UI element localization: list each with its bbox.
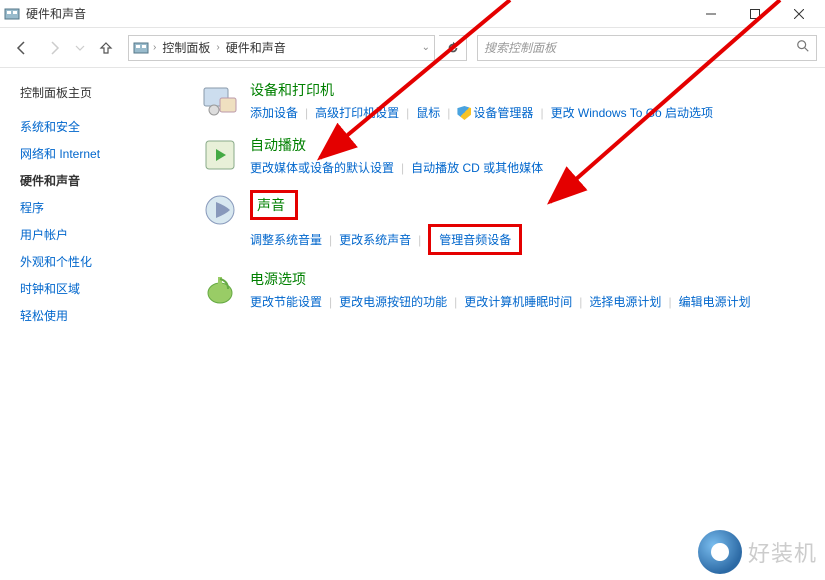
category-title[interactable]: 声音 (250, 190, 298, 220)
category-sublink[interactable]: 高级打印机设置 (315, 104, 399, 121)
category-title[interactable]: 自动播放 (250, 135, 306, 155)
category-sublink[interactable]: 更改媒体或设备的默认设置 (250, 159, 394, 176)
sidebar: 控制面板主页 系统和安全网络和 Internet硬件和声音程序用户帐户外观和个性… (0, 68, 190, 580)
category-sublink[interactable]: 管理音频设备 (428, 224, 522, 255)
breadcrumb-root[interactable]: 控制面板 (160, 39, 212, 56)
category-sublink[interactable]: 添加设备 (250, 104, 298, 121)
separator: | (329, 233, 332, 247)
sidebar-item[interactable]: 外观和个性化 (20, 248, 180, 275)
sidebar-item[interactable]: 硬件和声音 (20, 167, 180, 194)
toolbar: › 控制面板 › 硬件和声音 ⌄ (0, 28, 825, 68)
window-title: 硬件和声音 (26, 5, 689, 22)
category: 声音调整系统音量 | 更改系统声音 | 管理音频设备 (200, 190, 815, 255)
chevron-right-icon[interactable]: › (214, 42, 221, 53)
category-icon (200, 269, 240, 309)
category-sublink[interactable]: 自动播放 CD 或其他媒体 (411, 159, 543, 176)
sidebar-item[interactable]: 网络和 Internet (20, 140, 180, 167)
category-sublink[interactable]: 更改计算机睡眠时间 (464, 293, 572, 310)
category-sublink[interactable]: 编辑电源计划 (679, 293, 751, 310)
separator: | (447, 106, 450, 120)
close-button[interactable] (777, 0, 821, 28)
category-sublink[interactable]: 调整系统音量 (250, 231, 322, 248)
category-sublink[interactable]: 选择电源计划 (589, 293, 661, 310)
category: 电源选项更改节能设置 | 更改电源按钮的功能 | 更改计算机睡眠时间 | 选择电源计划 | 编辑… (200, 269, 815, 310)
category-title[interactable]: 设备和打印机 (250, 80, 334, 100)
separator: | (454, 295, 457, 309)
sidebar-item[interactable]: 系统和安全 (20, 113, 180, 140)
forward-button[interactable] (40, 34, 68, 62)
category-sublink[interactable]: 鼠标 (416, 104, 440, 121)
category: 自动播放更改媒体或设备的默认设置 | 自动播放 CD 或其他媒体 (200, 135, 815, 176)
category: 设备和打印机添加设备 | 高级打印机设置 | 鼠标 | 设备管理器 | 更改 Windows T… (200, 80, 815, 121)
separator: | (540, 106, 543, 120)
back-button[interactable] (8, 34, 36, 62)
separator: | (418, 233, 421, 247)
category-icon (200, 80, 240, 120)
watermark: 好装机 (698, 530, 817, 574)
watermark-text: 好装机 (748, 536, 817, 568)
category-sublink[interactable]: 设备管理器 (457, 104, 533, 121)
separator: | (579, 295, 582, 309)
content-area: 控制面板主页 系统和安全网络和 Internet硬件和声音程序用户帐户外观和个性… (0, 68, 825, 580)
maximize-button[interactable] (733, 0, 777, 28)
search-icon[interactable] (796, 39, 810, 56)
breadcrumb-current[interactable]: 硬件和声音 (224, 39, 288, 56)
category-title[interactable]: 电源选项 (250, 269, 306, 289)
sidebar-item[interactable]: 程序 (20, 194, 180, 221)
watermark-icon (698, 530, 742, 574)
sidebar-heading[interactable]: 控制面板主页 (20, 84, 180, 101)
search-input[interactable] (484, 41, 796, 55)
category-icon (200, 135, 240, 175)
separator: | (406, 106, 409, 120)
control-panel-icon (133, 40, 149, 56)
main-panel: 设备和打印机添加设备 | 高级打印机设置 | 鼠标 | 设备管理器 | 更改 Windows T… (190, 68, 825, 580)
window-titlebar: 硬件和声音 (0, 0, 825, 28)
category-sublink[interactable]: 更改系统声音 (339, 231, 411, 248)
category-icon (200, 190, 240, 230)
breadcrumb[interactable]: › 控制面板 › 硬件和声音 ⌄ (128, 35, 435, 61)
separator: | (305, 106, 308, 120)
sidebar-item[interactable]: 轻松使用 (20, 302, 180, 329)
category-sublink[interactable]: 更改 Windows To Go 启动选项 (551, 104, 713, 121)
separator: | (329, 295, 332, 309)
sidebar-item[interactable]: 用户帐户 (20, 221, 180, 248)
refresh-button[interactable] (439, 35, 467, 61)
category-sublink[interactable]: 更改电源按钮的功能 (339, 293, 447, 310)
sidebar-item[interactable]: 时钟和区域 (20, 275, 180, 302)
search-box[interactable] (477, 35, 817, 61)
minimize-button[interactable] (689, 0, 733, 28)
control-panel-icon (4, 6, 20, 22)
separator: | (401, 161, 404, 175)
breadcrumb-dropdown-icon[interactable]: ⌄ (422, 42, 430, 53)
category-sublink[interactable]: 更改节能设置 (250, 293, 322, 310)
history-dropdown[interactable] (72, 34, 88, 62)
up-button[interactable] (92, 34, 120, 62)
separator: | (668, 295, 671, 309)
chevron-right-icon[interactable]: › (151, 42, 158, 53)
